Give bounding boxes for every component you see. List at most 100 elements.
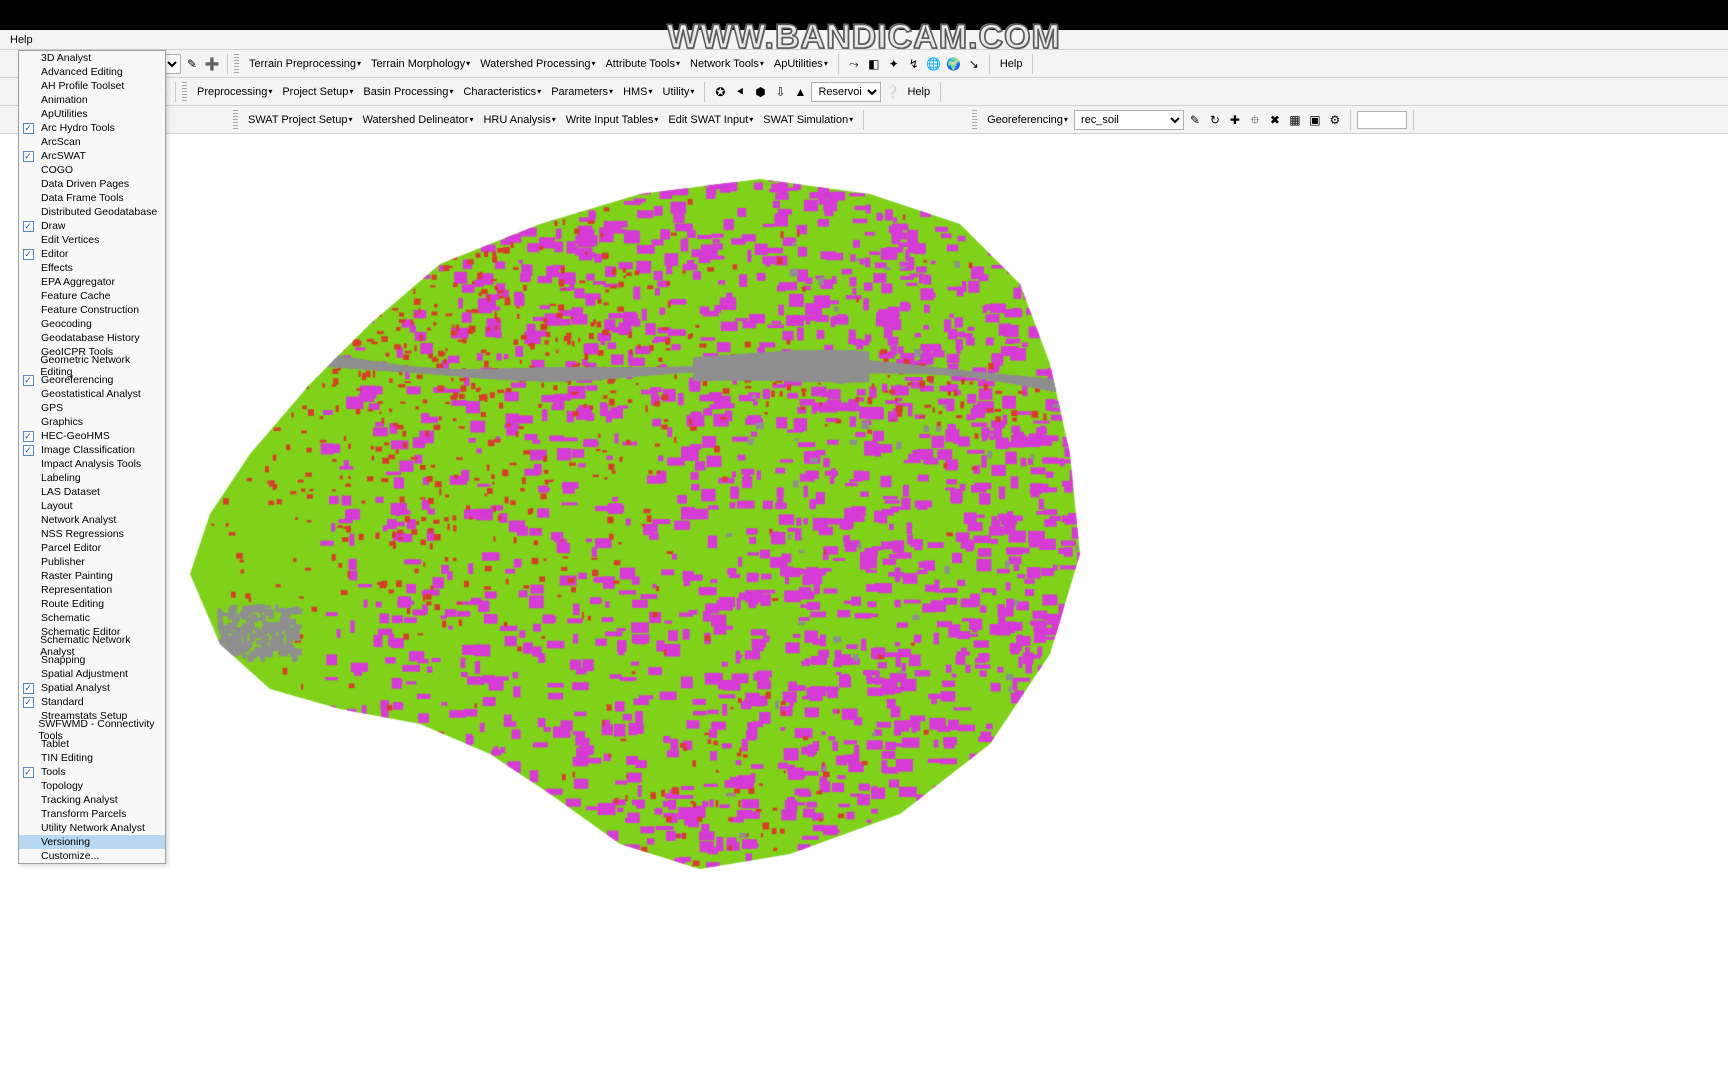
toolbar-list-item[interactable]: Graphics — [19, 415, 165, 429]
toolbar-list-item[interactable]: SWFWMD - Connectivity Tools — [19, 723, 165, 737]
trace-icon[interactable]: ↯ — [906, 56, 922, 72]
checkbox-icon[interactable]: ✓ — [23, 431, 34, 442]
terrain-morph-menu[interactable]: Terrain Morphology▾ — [367, 58, 474, 70]
toolbar-list-item[interactable]: Versioning — [19, 835, 165, 849]
toolbar-list-item[interactable]: Publisher — [19, 555, 165, 569]
help-menu-1[interactable]: Help — [996, 58, 1027, 70]
toolbar-list-item[interactable]: Distributed Geodatabase — [19, 205, 165, 219]
toolbar-list-item[interactable]: Geocoding — [19, 317, 165, 331]
identify-basin-icon[interactable]: ⬢ — [752, 84, 768, 100]
checkbox-icon[interactable]: ✓ — [23, 683, 34, 694]
watershed-proc-menu[interactable]: Watershed Processing▾ — [476, 58, 599, 70]
georef-update-icon[interactable]: ✎ — [1187, 112, 1203, 128]
global-id-icon[interactable]: 🌍 — [946, 56, 962, 72]
toolbar-list-item[interactable]: ✓Spatial Analyst — [19, 681, 165, 695]
georef-rotate-icon[interactable]: ↻ — [1207, 112, 1223, 128]
georef-auto-icon[interactable]: ⯐ — [1247, 112, 1263, 128]
toolbar-list-item[interactable]: Impact Analysis Tools — [19, 457, 165, 471]
toolbar-list-item[interactable]: TIN Editing — [19, 751, 165, 765]
hms-menu[interactable]: HMS▾ — [619, 86, 656, 98]
terrain-prep-menu[interactable]: Terrain Preprocessing▾ — [245, 58, 365, 70]
utility-menu[interactable]: Utility▾ — [659, 86, 699, 98]
georef-menu[interactable]: Georeferencing▾ — [983, 114, 1072, 126]
batch-point-icon[interactable]: ✦ — [886, 56, 902, 72]
swat-project-setup-menu[interactable]: SWAT Project Setup▾ — [244, 114, 356, 126]
checkbox-icon[interactable]: ✓ — [23, 151, 34, 162]
watershed-delin-menu[interactable]: Watershed Delineator▾ — [358, 114, 477, 126]
add-data-icon[interactable]: ➕ — [204, 56, 220, 72]
toolbar-list-item[interactable]: Parcel Editor — [19, 541, 165, 555]
toolbar-list-item[interactable]: ✓Standard — [19, 695, 165, 709]
toolbar-list-item[interactable]: ✓Editor — [19, 247, 165, 261]
toolbar-list-item[interactable]: ArcScan — [19, 135, 165, 149]
network-tools-menu[interactable]: Network Tools▾ — [686, 58, 768, 70]
toolbar-list-item[interactable]: AH Profile Toolset — [19, 79, 165, 93]
help-menu-2[interactable]: Help — [903, 86, 934, 98]
toolbar-list-item[interactable]: ✓HEC-GeoHMS — [19, 429, 165, 443]
reservoir-combo[interactable]: Reservoir — [811, 82, 881, 102]
point-delin-icon[interactable]: ◧ — [866, 56, 882, 72]
checkbox-icon[interactable]: ✓ — [23, 767, 34, 778]
toolbar-list-item[interactable]: Raster Painting — [19, 569, 165, 583]
checkbox-icon[interactable]: ✓ — [23, 445, 34, 456]
flow-arrow-icon[interactable]: ↘ — [966, 56, 982, 72]
georef-table-icon[interactable]: ▦ — [1287, 112, 1303, 128]
hru-analysis-menu[interactable]: HRU Analysis▾ — [479, 114, 559, 126]
toolbar-list-item[interactable]: Tracking Analyst — [19, 793, 165, 807]
menu-help[interactable]: Help — [4, 32, 39, 48]
checkbox-icon[interactable]: ✓ — [23, 697, 34, 708]
toolbar-list-item[interactable]: COGO — [19, 163, 165, 177]
toolbar-list-item[interactable]: Transform Parcels — [19, 807, 165, 821]
toolbar-list-item[interactable]: ✓Image Classification — [19, 443, 165, 457]
flow-path-icon[interactable]: ⤳ — [846, 56, 862, 72]
preprocessing-menu[interactable]: Preprocessing▾ — [193, 86, 276, 98]
import-basin-icon[interactable]: ⇩ — [772, 84, 788, 100]
toolbar-list-item[interactable]: Route Editing — [19, 597, 165, 611]
project-setup-menu[interactable]: Project Setup▾ — [278, 86, 357, 98]
toolbar-list-item[interactable]: ✓ArcSWAT — [19, 149, 165, 163]
attribute-tools-menu[interactable]: Attribute Tools▾ — [601, 58, 684, 70]
toolbar-list-item[interactable]: Schematic — [19, 611, 165, 625]
georef-control-points-icon[interactable]: ✚ — [1227, 112, 1243, 128]
toolbar-list-item[interactable]: Customize... — [19, 849, 165, 863]
toolbar-list-item[interactable]: Geometric Network Editing — [19, 359, 165, 373]
parameters-menu[interactable]: Parameters▾ — [547, 86, 617, 98]
map-viewport[interactable] — [20, 134, 1728, 1080]
georef-layer-combo[interactable]: rec_soil — [1074, 110, 1184, 130]
checkbox-icon[interactable]: ✓ — [23, 375, 34, 386]
toolbar-list-item[interactable]: Network Analyst — [19, 513, 165, 527]
swat-sim-menu[interactable]: SWAT Simulation▾ — [759, 114, 857, 126]
toolbar-list-item[interactable]: 3D Analyst — [19, 51, 165, 65]
toolbar-list-item[interactable]: NSS Regressions — [19, 527, 165, 541]
toolbar-list-item[interactable]: ✓Arc Hydro Tools — [19, 121, 165, 135]
help-icon[interactable]: ❔ — [884, 84, 900, 100]
toolbar-list-item[interactable]: Feature Cache — [19, 289, 165, 303]
write-input-menu[interactable]: Write Input Tables▾ — [562, 114, 663, 126]
toolbar-list-item[interactable]: Data Frame Tools — [19, 191, 165, 205]
toolbar-list-item[interactable]: Animation — [19, 93, 165, 107]
rotation-input[interactable] — [1357, 111, 1407, 129]
basin-proc-menu[interactable]: Basin Processing▾ — [359, 86, 457, 98]
edit-swat-menu[interactable]: Edit SWAT Input▾ — [664, 114, 757, 126]
georef-view-icon[interactable]: ▣ — [1307, 112, 1323, 128]
checkbox-icon[interactable]: ✓ — [23, 123, 34, 134]
toolbar-list-item[interactable]: ApUtilities — [19, 107, 165, 121]
toolbar-list-item[interactable]: EPA Aggregator — [19, 275, 165, 289]
toolbar-list-item[interactable]: GPS — [19, 401, 165, 415]
toolbar-list-item[interactable]: Advanced Editing — [19, 65, 165, 79]
toolbar-list-item[interactable]: Layout — [19, 499, 165, 513]
toolbar-list-item[interactable]: LAS Dataset — [19, 485, 165, 499]
toolbar-list-item[interactable]: Data Driven Pages — [19, 177, 165, 191]
toolbar-list-item[interactable]: Schematic Network Analyst — [19, 639, 165, 653]
assign-id-icon[interactable]: 🌐 — [926, 56, 942, 72]
ap-utilities-menu[interactable]: ApUtilities▾ — [770, 58, 832, 70]
toolbar-list-item[interactable]: Geodatabase History — [19, 331, 165, 345]
toolbar-list-item[interactable]: Labeling — [19, 471, 165, 485]
editor-toolbar-icon[interactable]: ✎ — [184, 56, 200, 72]
checkbox-icon[interactable]: ✓ — [23, 221, 34, 232]
georef-delete-icon[interactable]: ✖ — [1267, 112, 1283, 128]
toolbar-list-item[interactable]: Feature Construction — [19, 303, 165, 317]
add-project-point-icon[interactable]: ✪ — [712, 84, 728, 100]
reservoir-icon[interactable]: ▲ — [792, 84, 808, 100]
toolbar-list-item[interactable]: Spatial Adjustment — [19, 667, 165, 681]
